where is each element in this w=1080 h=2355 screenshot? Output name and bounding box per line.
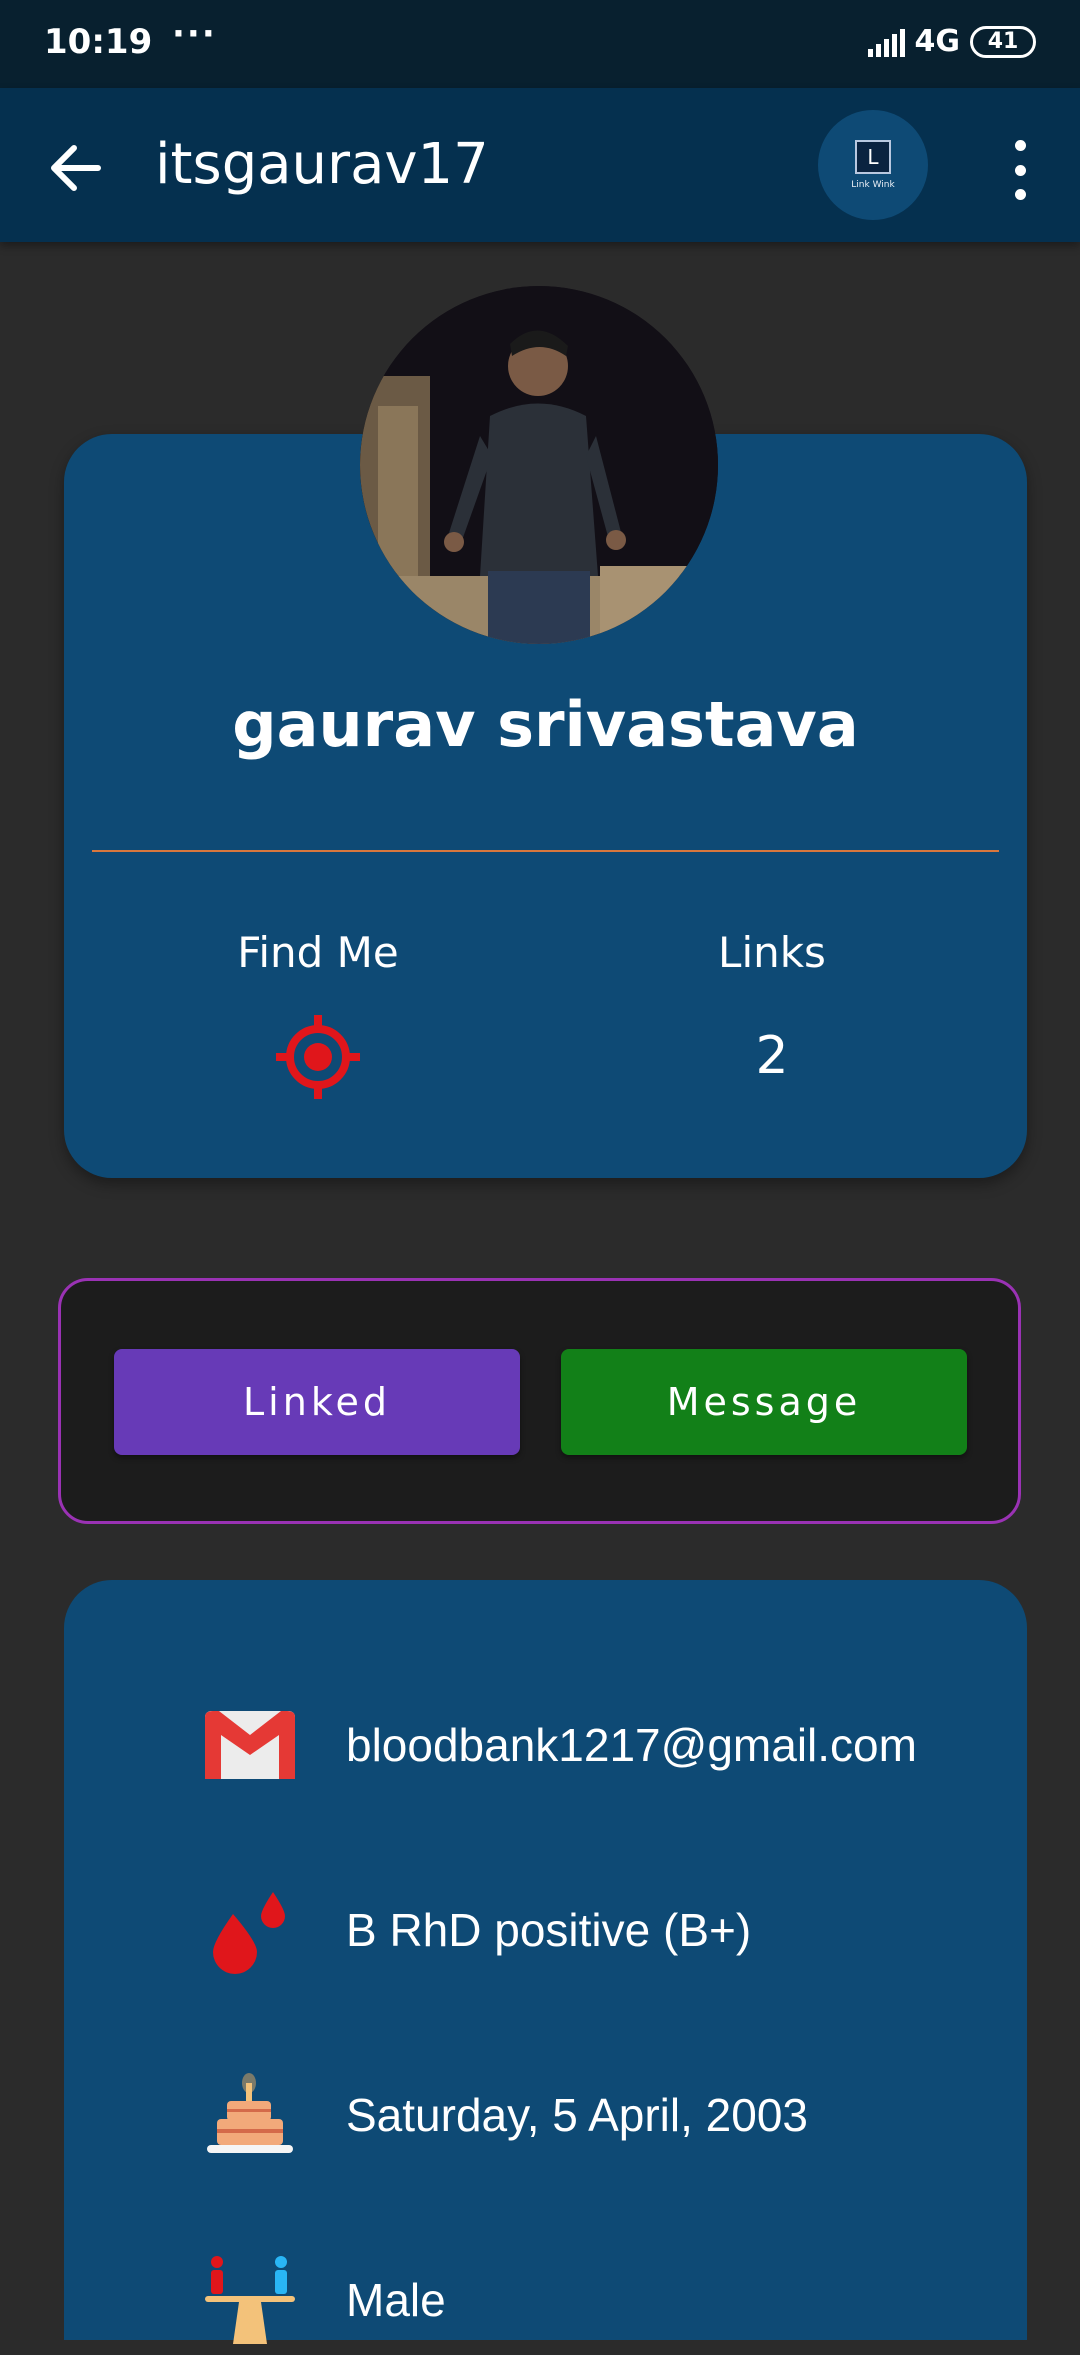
gender-scale-icon	[204, 2254, 296, 2346]
app-logo-text: Link Wink	[851, 180, 895, 190]
battery-icon: 41	[970, 25, 1036, 58]
back-button[interactable]	[40, 132, 112, 204]
email-text: bloodbank1217@gmail.com	[346, 1719, 917, 1771]
avatar[interactable]	[360, 286, 718, 644]
status-time: 10:19	[44, 22, 153, 62]
blood-group-text: B RhD positive (B+)	[346, 1904, 752, 1956]
action-panel: Linked Message	[58, 1278, 1021, 1524]
linked-button[interactable]: Linked	[114, 1349, 520, 1455]
status-indicators: 4G 41	[867, 24, 1036, 59]
page-title: itsgaurav17	[155, 132, 489, 197]
info-card: bloodbank1217@gmail.com B RhD positive (…	[64, 1580, 1027, 2344]
status-bar: 10:19 ··· 4G 41	[0, 0, 1080, 88]
gender-row: Male	[204, 2245, 1064, 2355]
gps-target-icon	[276, 1015, 360, 1099]
app-bar: itsgaurav17 L Link Wink	[0, 88, 1080, 242]
card-divider	[92, 850, 999, 852]
birthday-row: Saturday, 5 April, 2003	[204, 2060, 1064, 2170]
app-logo-button[interactable]: L Link Wink	[818, 110, 928, 220]
find-me-button[interactable]	[276, 1015, 360, 1099]
status-notification-dots: ···	[172, 14, 217, 54]
arrow-left-icon	[51, 145, 101, 191]
blood-group-row: B RhD positive (B+)	[204, 1875, 1064, 1985]
gender-text: Male	[346, 2274, 446, 2326]
find-me-label: Find Me	[237, 928, 399, 977]
app-logo-icon: L	[855, 140, 891, 174]
avatar-photo	[360, 286, 718, 644]
gmail-icon	[204, 1699, 296, 1791]
links-label: Links	[718, 928, 826, 977]
birthday-cake-icon	[204, 2069, 296, 2161]
more-options-button[interactable]	[1000, 140, 1040, 200]
birthday-text: Saturday, 5 April, 2003	[346, 2089, 808, 2141]
links-count[interactable]: 2	[622, 1026, 922, 1086]
message-button[interactable]: Message	[561, 1349, 967, 1455]
more-vert-icon	[1014, 140, 1026, 151]
battery-level: 41	[987, 29, 1019, 54]
email-row: bloodbank1217@gmail.com	[204, 1690, 1064, 1800]
profile-name: gaurav srivastava	[232, 688, 859, 761]
network-type: 4G	[914, 24, 961, 59]
signal-icon	[867, 27, 905, 57]
blood-drop-icon	[204, 1884, 296, 1976]
